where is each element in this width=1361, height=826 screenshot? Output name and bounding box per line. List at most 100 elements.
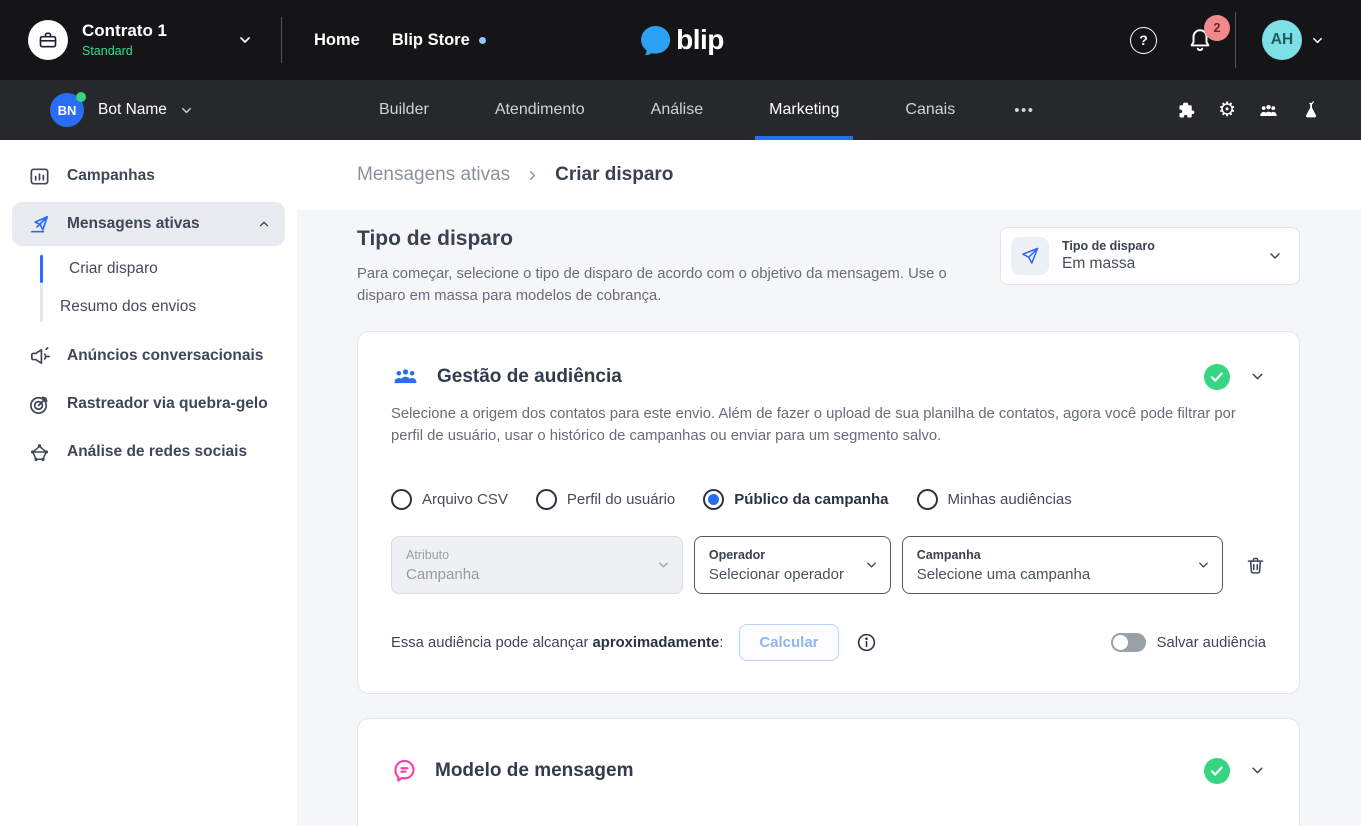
tab-analise[interactable]: Análise [644, 80, 710, 140]
audience-group-icon [391, 362, 420, 391]
message-card-title: Modelo de mensagem [435, 760, 634, 782]
audience-card-title: Gestão de audiência [437, 366, 622, 388]
contract-switcher[interactable]: Contrato 1 Standard [28, 20, 253, 60]
lab-flask-icon[interactable] [1301, 99, 1321, 121]
collapse-chevron-icon[interactable] [1249, 762, 1266, 779]
bot-name: Bot Name [98, 101, 167, 119]
blip-balloon-icon [637, 22, 673, 58]
active-messages-icon [26, 213, 52, 236]
reach-text: Essa audiência pode alcançar aproximadam… [391, 635, 723, 651]
radio-circle [917, 489, 938, 510]
bot-avatar: BN [50, 93, 84, 127]
help-icon[interactable]: ? [1130, 27, 1157, 54]
message-template-card: Modelo de mensagem [357, 718, 1300, 826]
notification-count-badge: 2 [1204, 15, 1230, 41]
radio-circle [536, 489, 557, 510]
more-tabs-icon[interactable]: ••• [1014, 80, 1034, 140]
breadcrumb-parent[interactable]: Mensagens ativas [357, 164, 510, 186]
settings-gear-icon[interactable]: ⚙ [1218, 100, 1236, 120]
page-title: Tipo de disparo [357, 227, 961, 251]
mensagens-ativas-subnav: Criar disparo Resumo dos envios [12, 250, 285, 326]
sidebar-item-campanhas[interactable]: Campanhas [12, 154, 285, 198]
integrations-puzzle-icon[interactable] [1176, 100, 1197, 121]
contract-plan: Standard [82, 44, 167, 58]
tab-builder[interactable]: Builder [372, 80, 436, 140]
sidebar-item-analise-redes-sociais[interactable]: Análise de redes sociais [12, 430, 285, 474]
bot-switcher[interactable]: BN Bot Name [50, 93, 194, 127]
radio-arquivo-csv[interactable]: Arquivo CSV [391, 489, 508, 510]
chevron-right-icon [525, 168, 540, 183]
notifications-bell[interactable]: 2 [1187, 27, 1213, 53]
breadcrumb-current: Criar disparo [555, 164, 673, 186]
sidebar-item-mensagens-ativas[interactable]: Mensagens ativas [12, 202, 285, 246]
tab-marketing[interactable]: Marketing [762, 80, 846, 140]
module-tabs: Builder Atendimento Análise Marketing Ca… [372, 80, 1034, 140]
bot-nav-bar: BN Bot Name Builder Atendimento Análise … [0, 80, 1361, 140]
success-check-icon [1204, 758, 1230, 784]
chevron-up-icon [257, 217, 271, 231]
chevron-down-icon [864, 558, 879, 573]
content-area: Tipo de disparo Para começar, selecione … [297, 210, 1361, 826]
radio-minhas-audiencias[interactable]: Minhas audiências [917, 489, 1072, 510]
chevron-down-icon [1196, 558, 1211, 573]
radio-perfil-do-usuario[interactable]: Perfil do usuário [536, 489, 675, 510]
audience-filter-row: Atributo Campanha Operador Selecionar op… [391, 536, 1266, 594]
paper-plane-icon [1011, 237, 1049, 275]
delete-filter-trash-icon[interactable] [1245, 555, 1266, 576]
network-graph-icon [26, 441, 52, 464]
sidebar-subitem-criar-disparo[interactable]: Criar disparo [12, 250, 285, 288]
trigger-type-label: Tipo de disparo [1062, 239, 1155, 253]
team-users-icon[interactable] [1257, 99, 1280, 122]
sidebar-item-anuncios-conversacionais[interactable]: Anúncios conversacionais [12, 334, 285, 378]
tab-atendimento[interactable]: Atendimento [488, 80, 592, 140]
divider [1235, 12, 1236, 68]
sidebar: Campanhas Mensagens ativas Criar disparo… [0, 140, 297, 826]
blip-store-link[interactable]: Blip Store [392, 31, 486, 50]
briefcase-icon [38, 30, 58, 50]
collapse-chevron-icon[interactable] [1249, 368, 1266, 385]
home-link[interactable]: Home [314, 31, 360, 50]
bot-online-dot [76, 92, 86, 102]
chevron-down-icon [1267, 248, 1283, 264]
toggle-off-switch[interactable] [1111, 633, 1146, 652]
calculate-button[interactable]: Calcular [739, 624, 838, 661]
save-audience-label: Salvar audiência [1157, 635, 1266, 651]
sidebar-item-rastreador-quebra-gelo[interactable]: Rastreador via quebra-gelo [12, 382, 285, 426]
user-avatar[interactable]: AH [1262, 20, 1302, 60]
chevron-down-icon [656, 558, 671, 573]
bar-chart-icon [26, 165, 52, 188]
attribute-select: Atributo Campanha [391, 536, 683, 594]
contract-avatar [28, 20, 68, 60]
top-bar: Contrato 1 Standard Home Blip Store blip… [0, 0, 1361, 80]
trigger-type-select[interactable]: Tipo de disparo Em massa [1000, 227, 1300, 285]
divider [281, 17, 282, 63]
store-notification-dot [479, 37, 486, 44]
audience-card-description: Selecione a origem dos contatos para est… [391, 404, 1266, 447]
radio-publico-da-campanha[interactable]: Público da campanha [703, 489, 888, 510]
sidebar-subitem-resumo-dos-envios[interactable]: Resumo dos envios [12, 288, 285, 326]
blip-logo-text: blip [676, 24, 724, 56]
contract-name: Contrato 1 [82, 22, 167, 41]
page-description: Para começar, selecione o tipo de dispar… [357, 263, 961, 307]
success-check-icon [1204, 364, 1230, 390]
audience-reach-row: Essa audiência pode alcançar aproximadam… [391, 624, 1266, 661]
tab-canais[interactable]: Canais [898, 80, 962, 140]
target-icon [26, 393, 52, 416]
breadcrumb: Mensagens ativas Criar disparo [297, 140, 1361, 210]
blip-logo: blip [637, 22, 724, 58]
chevron-down-icon[interactable] [179, 103, 194, 118]
info-icon[interactable] [856, 632, 877, 653]
audience-management-card: Gestão de audiência Selecione a origem d… [357, 331, 1300, 694]
audience-source-radios: Arquivo CSV Perfil do usuário Público da… [391, 489, 1266, 510]
operator-select[interactable]: Operador Selecionar operador [694, 536, 891, 594]
chevron-down-icon[interactable] [237, 32, 253, 48]
megaphone-icon [26, 345, 52, 368]
campaign-select[interactable]: Campanha Selecione uma campanha [902, 536, 1223, 594]
trigger-type-value: Em massa [1062, 255, 1155, 273]
radio-circle [391, 489, 412, 510]
chevron-down-icon[interactable] [1310, 33, 1325, 48]
save-audience-toggle[interactable]: Salvar audiência [1111, 633, 1266, 652]
main-area: Mensagens ativas Criar disparo Tipo de d… [297, 140, 1361, 826]
chat-bubble-icon [391, 757, 418, 784]
radio-circle [703, 489, 724, 510]
